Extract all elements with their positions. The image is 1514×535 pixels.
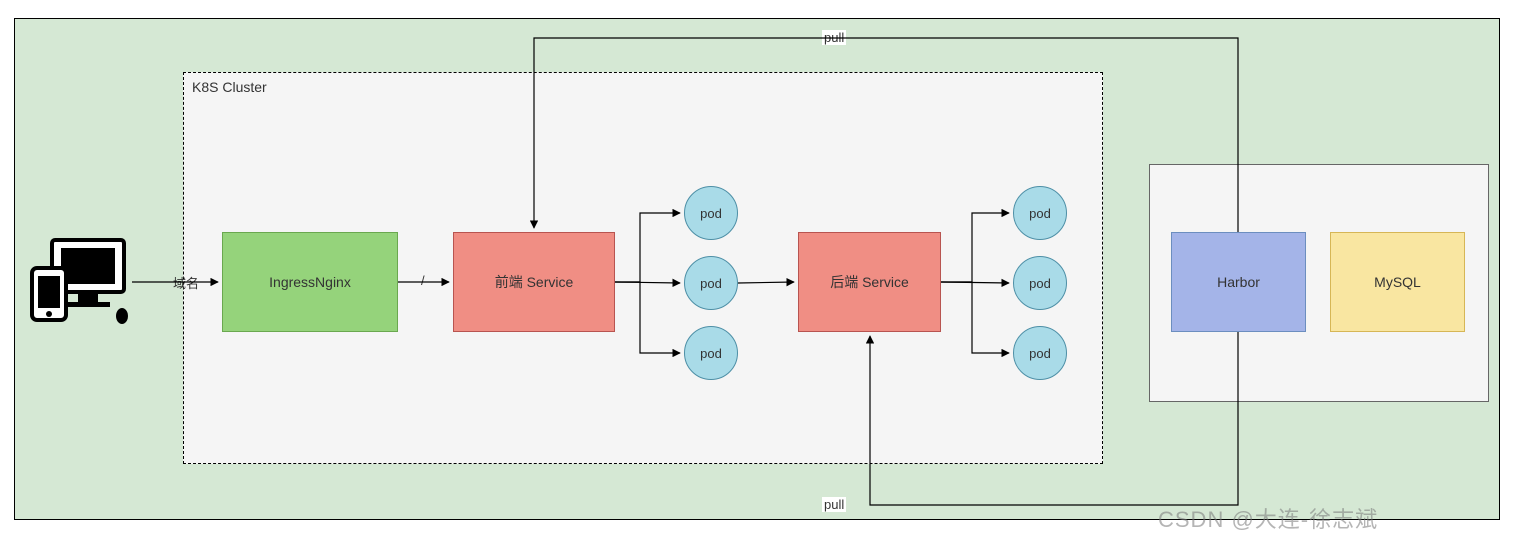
harbor-label: Harbor [1217,274,1260,290]
backend-pod-1: pod [1013,186,1067,240]
diagram-stage: K8S Cluster IngressNginx 前端 Service 后端 S… [0,0,1514,535]
edge-label-pull-top: pull [822,30,846,45]
pod-label: pod [700,276,722,291]
frontend-pod-1: pod [684,186,738,240]
watermark-text: CSDN @大连-徐志斌 [1158,502,1378,534]
pod-label: pod [1029,206,1051,221]
edge-label-slash: / [419,273,427,288]
backend-pod-3: pod [1013,326,1067,380]
pod-label: pod [1029,276,1051,291]
k8s-cluster-label: K8S Cluster [192,79,267,95]
client-devices-icon [30,236,130,326]
ingress-label: IngressNginx [269,274,351,290]
backend-pod-2: pod [1013,256,1067,310]
pod-label: pod [700,346,722,361]
frontend-service-node: 前端 Service [453,232,615,332]
edge-label-domain: 域名 [171,273,201,292]
backend-service-label: 后端 Service [830,272,909,292]
pod-label: pod [700,206,722,221]
mysql-label: MySQL [1374,274,1421,290]
frontend-pod-3: pod [684,326,738,380]
frontend-service-label: 前端 Service [495,272,574,292]
backend-service-node: 后端 Service [798,232,941,332]
edge-label-pull-bottom: pull [822,497,846,512]
mysql-node: MySQL [1330,232,1465,332]
harbor-node: Harbor [1171,232,1306,332]
ingress-nginx-node: IngressNginx [222,232,398,332]
frontend-pod-2: pod [684,256,738,310]
pod-label: pod [1029,346,1051,361]
